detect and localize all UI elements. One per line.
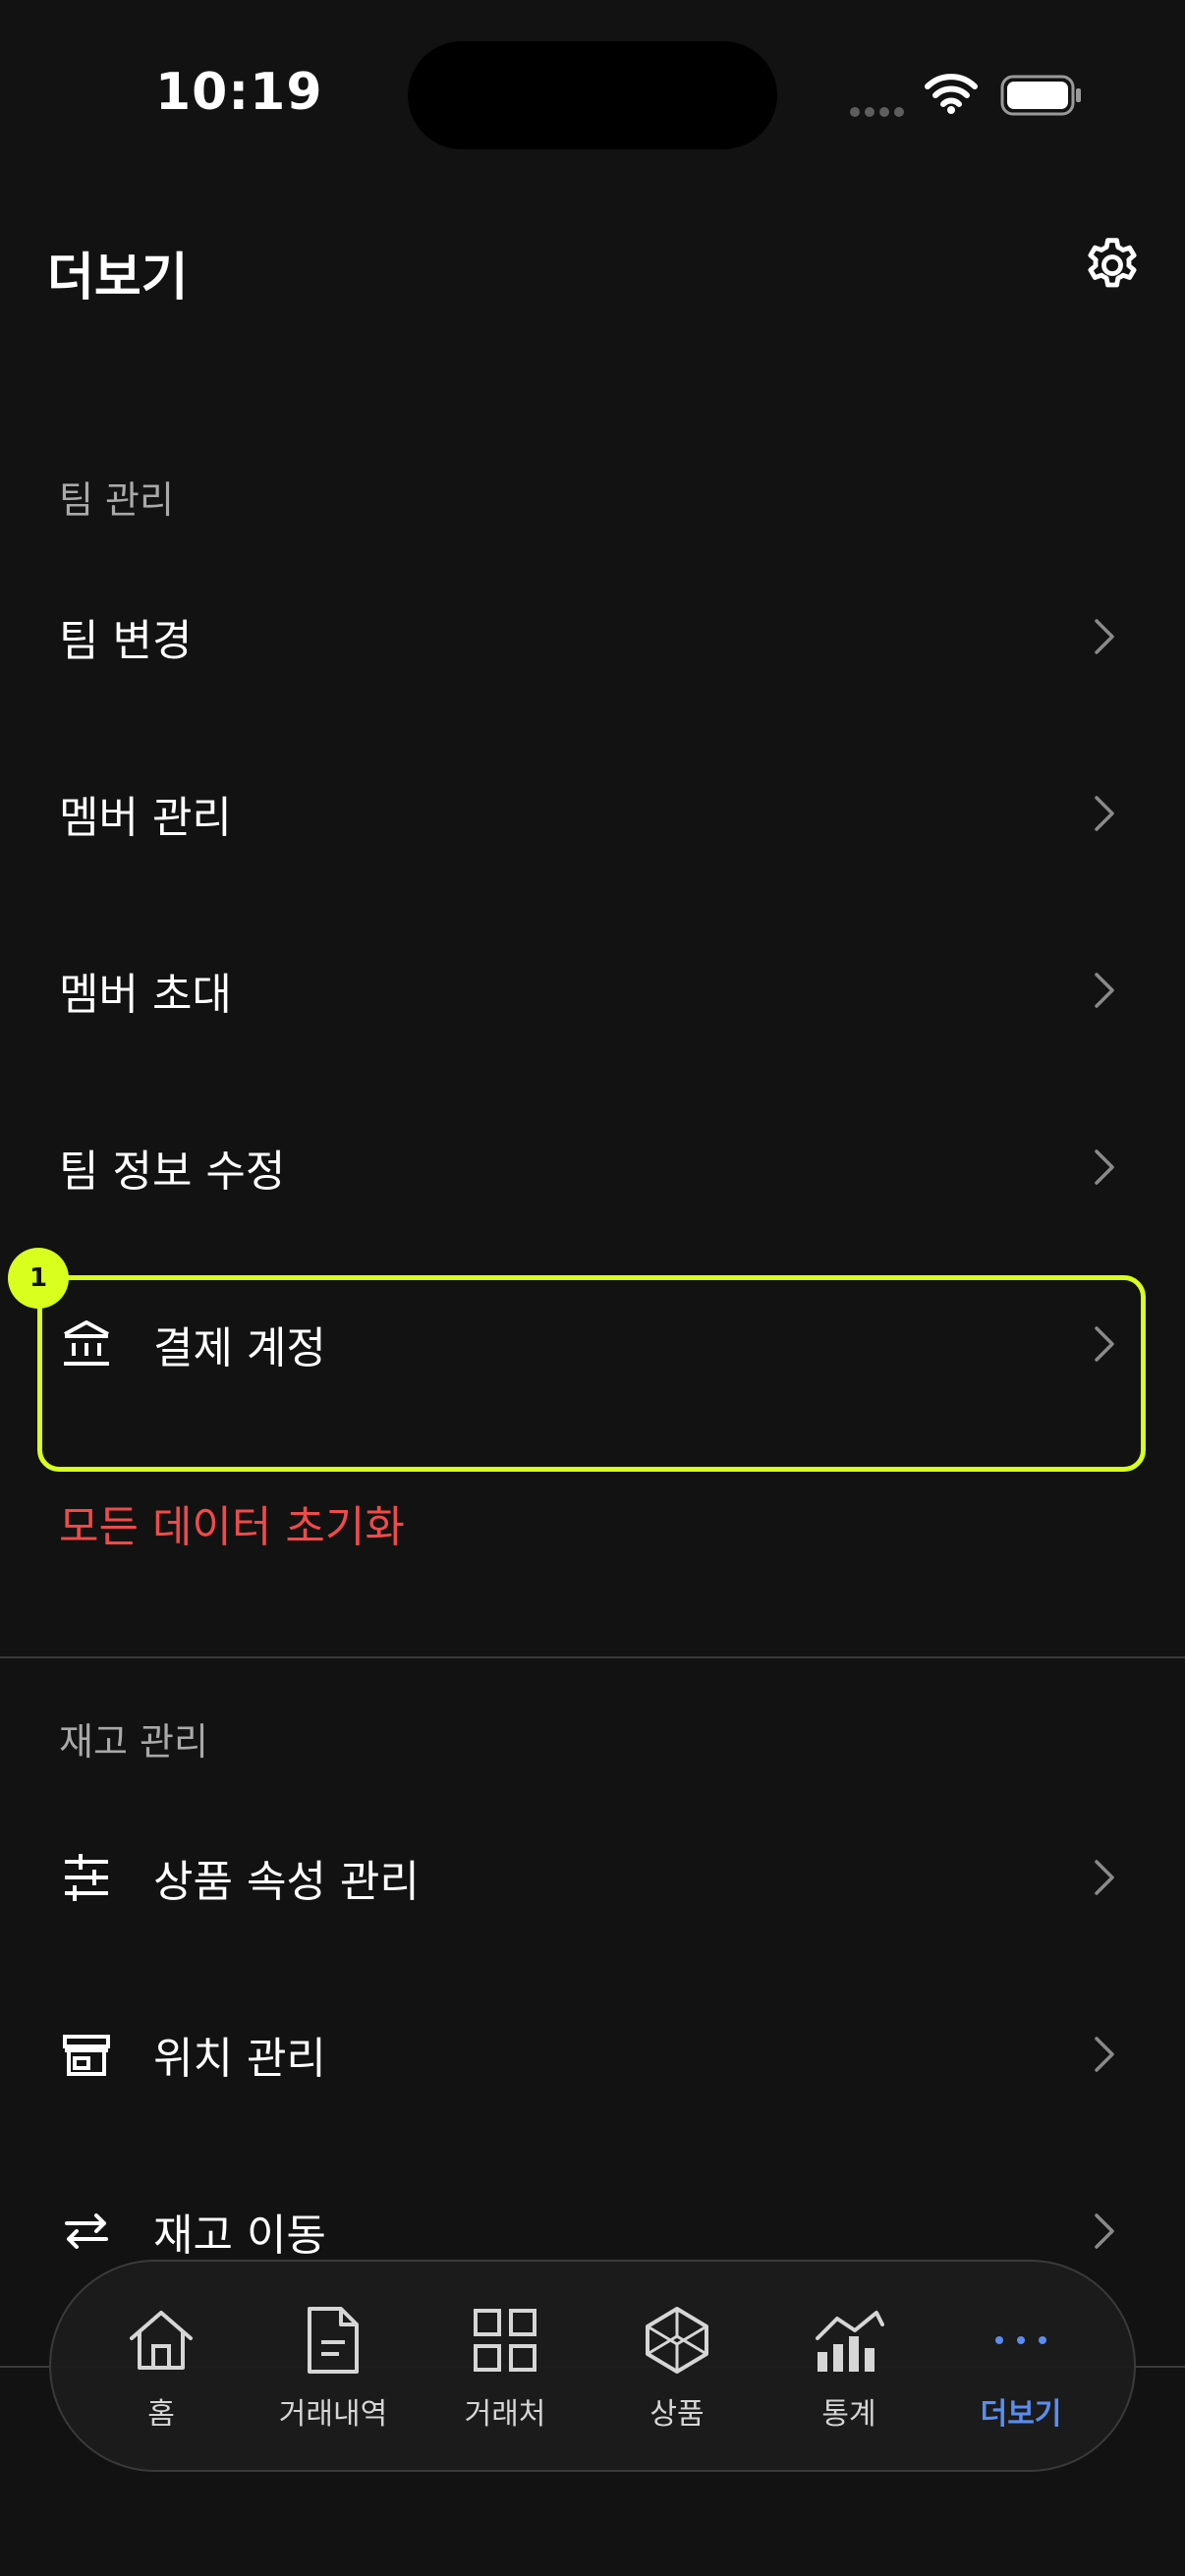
bottom-tab-bar: 홈 거래내역 거래처 상품 통계 더보기 xyxy=(49,2260,1136,2472)
more-icon xyxy=(995,2336,1046,2344)
home-icon xyxy=(130,2311,193,2370)
cellular-signal-icon xyxy=(850,102,909,121)
tab-label: 거래처 xyxy=(464,2397,546,2432)
menu-item-label: 결제 계정 xyxy=(153,1323,326,1373)
menu-item-label: 팀 변경 xyxy=(59,616,193,666)
menu-item-label: 멤버 관리 xyxy=(59,793,232,843)
menu-item-manage-members[interactable]: 멤버 관리 xyxy=(0,740,1185,887)
chevron-right-icon xyxy=(1095,1326,1114,1362)
section-divider xyxy=(0,1656,1185,1658)
store-icon xyxy=(63,2035,110,2076)
inventory-section-title: 재고 관리 xyxy=(59,1720,208,1764)
bank-icon xyxy=(64,1320,109,1366)
status-bar: 10:19 xyxy=(0,0,1185,187)
chevron-right-icon xyxy=(1095,2037,1114,2072)
chart-icon xyxy=(816,2311,884,2372)
wifi-icon xyxy=(925,74,978,114)
grid-icon xyxy=(474,2309,536,2372)
tab-label: 통계 xyxy=(821,2397,876,2432)
menu-item-change-team[interactable]: 팀 변경 xyxy=(0,563,1185,710)
document-icon xyxy=(308,2307,359,2374)
menu-item-location-management[interactable]: 위치 관리 xyxy=(0,1981,1185,2128)
team-section-title: 팀 관리 xyxy=(59,478,174,522)
menu-item-label: 위치 관리 xyxy=(153,2034,326,2084)
tab-more[interactable]: 더보기 xyxy=(937,2262,1104,2470)
menu-item-label: 멤버 초대 xyxy=(59,970,232,1020)
battery-icon xyxy=(1000,75,1081,116)
sliders-icon xyxy=(65,1854,108,1901)
reset-all-data-button[interactable]: 모든 데이터 초기화 xyxy=(59,1491,405,1554)
chevron-right-icon xyxy=(1095,1149,1114,1185)
menu-item-product-attributes[interactable]: 상품 속성 관리 xyxy=(0,1804,1185,1951)
gear-icon[interactable] xyxy=(1081,234,1144,297)
tab-label: 거래내역 xyxy=(278,2397,388,2432)
tab-transactions[interactable]: 거래내역 xyxy=(250,2262,417,2470)
tab-label: 홈 xyxy=(147,2397,175,2432)
cube-icon xyxy=(646,2307,708,2374)
page-title: 더보기 xyxy=(47,249,189,308)
header: 더보기 xyxy=(0,196,1185,334)
menu-item-billing-account[interactable]: 결제 계정 xyxy=(0,1270,1185,1418)
tab-products[interactable]: 상품 xyxy=(593,2262,761,2470)
menu-item-label: 재고 이동 xyxy=(153,2211,326,2261)
tab-home[interactable]: 홈 xyxy=(78,2262,245,2470)
tab-label: 더보기 xyxy=(980,2397,1062,2432)
tab-label: 상품 xyxy=(649,2397,705,2432)
dynamic-island xyxy=(408,41,777,149)
menu-item-label: 상품 속성 관리 xyxy=(153,1857,420,1907)
chevron-right-icon xyxy=(1095,619,1114,654)
menu-item-label: 팀 정보 수정 xyxy=(59,1147,286,1197)
status-time: 10:19 xyxy=(155,63,323,122)
chevron-right-icon xyxy=(1095,973,1114,1008)
chevron-right-icon xyxy=(1095,796,1114,831)
chevron-right-icon xyxy=(1095,2213,1114,2249)
tab-statistics[interactable]: 통계 xyxy=(765,2262,932,2470)
transfer-icon xyxy=(65,2213,108,2249)
menu-item-invite-member[interactable]: 멤버 초대 xyxy=(0,917,1185,1064)
menu-item-edit-team-info[interactable]: 팀 정보 수정 xyxy=(0,1093,1185,1241)
chevron-right-icon xyxy=(1095,1860,1114,1895)
tab-clients[interactable]: 거래처 xyxy=(422,2262,589,2470)
